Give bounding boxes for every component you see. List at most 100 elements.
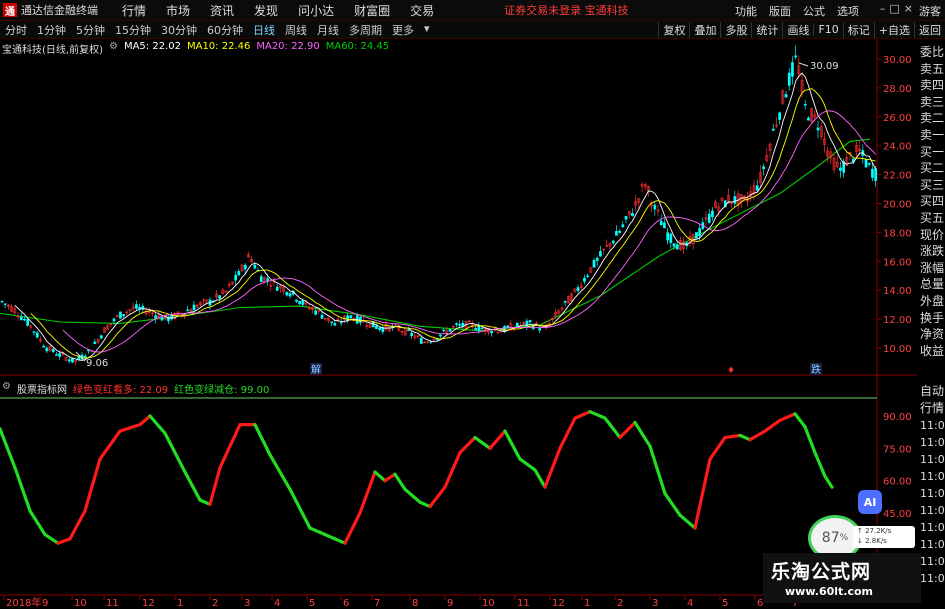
login-notice[interactable]: 证券交易未登录 宝通科技	[504, 2, 629, 18]
candle-body	[458, 323, 462, 326]
tab-1min[interactable]: 1分钟	[32, 22, 71, 38]
candle-body	[637, 198, 641, 204]
tick-time: 行情	[920, 401, 945, 415]
tool-f10[interactable]: F10	[813, 23, 842, 36]
ai-assistant-button[interactable]: AI	[858, 490, 882, 514]
tab-multi-period[interactable]: 多周期	[344, 22, 387, 38]
candle-body	[573, 288, 577, 292]
minimize-icon[interactable]: –	[880, 2, 886, 15]
candle-body	[784, 94, 788, 98]
indicator-segment	[358, 470, 377, 515]
time-tick-label: 1	[584, 598, 590, 609]
candle-body	[205, 299, 209, 304]
indicator-segment	[518, 457, 537, 472]
sidebar-label: 净资	[920, 327, 945, 342]
dropdown-icon[interactable]: ▾	[419, 22, 435, 38]
menu-item-ask[interactable]: 问小达	[288, 2, 344, 19]
candle-body	[189, 309, 193, 311]
menu-item-quotes[interactable]: 行情	[112, 2, 156, 19]
candle-body	[192, 304, 196, 311]
indicator-legend: ⚙ 股票指标网 绿色变红看多: 22.09 红色变绿减仓: 99.00	[2, 381, 269, 396]
tool-add-watchlist[interactable]: +自选	[873, 21, 914, 38]
tool-mark[interactable]: 标记	[842, 21, 874, 38]
indicator-segment	[68, 509, 87, 541]
tool-draw[interactable]: 画线	[782, 21, 813, 38]
candle-body	[83, 355, 87, 358]
maximize-icon[interactable]: □	[889, 2, 899, 15]
indicator-red-value: 红色变绿减仓: 99.00	[174, 385, 270, 396]
indicator-segment	[428, 485, 447, 509]
chart-tools: 复权 叠加 多股 统计 画线 F10 标记 +自选 返回	[658, 21, 945, 38]
settings-icon[interactable]: ⚙	[109, 41, 118, 56]
candle-body	[170, 314, 174, 320]
tick-time: 11:02	[920, 504, 945, 517]
tab-weekly[interactable]: 周线	[280, 22, 312, 38]
indicator-segment	[803, 425, 817, 455]
tab-15min[interactable]: 15分钟	[110, 22, 156, 38]
candle-body	[112, 318, 116, 322]
candle-body	[93, 341, 97, 344]
guest-label[interactable]: 游客	[919, 3, 941, 19]
candle-body	[461, 322, 465, 327]
price-tick-label: 22.00	[883, 171, 912, 182]
tab-60min[interactable]: 60分钟	[202, 22, 248, 38]
candle-body	[323, 317, 327, 320]
tool-stats[interactable]: 统计	[751, 21, 782, 38]
menu-item-market[interactable]: 市场	[156, 2, 200, 19]
candle-body	[592, 260, 596, 268]
indicator-segment	[748, 429, 767, 442]
candle-body	[16, 315, 20, 318]
tab-5min[interactable]: 5分钟	[71, 22, 110, 38]
indicator-segment	[418, 500, 432, 509]
tool-back[interactable]: 返回	[914, 21, 945, 38]
candle-body	[103, 327, 106, 333]
tab-daily[interactable]: 日线	[248, 22, 280, 38]
candle-body	[602, 248, 605, 251]
price-tick-label: 18.00	[883, 228, 912, 239]
candle-body	[125, 311, 129, 314]
kline-chart[interactable]: 30.00 28.00 26.00 24.00 22.00 20.00 18.00 16.00…	[0, 0, 945, 609]
candle-body	[314, 310, 318, 315]
close-icon[interactable]: ×	[904, 2, 913, 15]
candle-body	[416, 335, 420, 337]
candle-body	[371, 321, 375, 328]
tab-intraday[interactable]: 分时	[0, 22, 32, 38]
menu-item-trade[interactable]: 交易	[400, 2, 444, 19]
menu-item-formula[interactable]: 公式	[797, 3, 831, 19]
candle-body	[131, 306, 135, 309]
time-tick-label: 2018年	[6, 596, 41, 609]
menu-item-layout[interactable]: 版面	[763, 3, 797, 19]
candle-body	[355, 315, 359, 324]
candle-body	[317, 309, 321, 312]
tab-monthly[interactable]: 月线	[312, 22, 344, 38]
tool-multi-stock[interactable]: 多股	[720, 21, 751, 38]
menu-item-function[interactable]: 功能	[729, 3, 763, 19]
sidebar-label: 买二	[920, 161, 945, 176]
settings-icon-2[interactable]: ⚙	[2, 381, 11, 396]
time-axis-labels: 2018年 9 10 11 12 1 2 3 4 5 6 7 8 9 10 11 12 1 2 3 4 5 6 7	[3, 595, 798, 609]
candle-body	[365, 325, 369, 327]
candle-body	[307, 307, 311, 310]
candle-body	[147, 309, 151, 313]
candle-body	[19, 316, 23, 321]
tab-more[interactable]: 更多	[387, 22, 419, 38]
tab-30min[interactable]: 30分钟	[156, 22, 202, 38]
candle-body	[634, 201, 637, 206]
price-tick-label: 10.00	[883, 344, 912, 355]
menu-item-discover[interactable]: 发现	[244, 2, 288, 19]
price-tick-label: 30.00	[883, 55, 912, 66]
candle-body	[176, 311, 180, 316]
stock-name[interactable]: 宝通科技(日线,前复权)	[2, 41, 103, 56]
tool-overlay[interactable]: 叠加	[689, 21, 720, 38]
menu-item-news[interactable]: 资讯	[200, 2, 244, 19]
indicator-name[interactable]: 股票指标网	[17, 381, 67, 396]
candle-body	[250, 258, 254, 263]
tool-adjust[interactable]: 复权	[658, 21, 689, 38]
candle-body	[291, 290, 295, 295]
menu-item-wealth[interactable]: 财富圈	[344, 2, 400, 19]
candle-body	[202, 299, 206, 302]
menu-item-options[interactable]: 选项	[831, 3, 865, 19]
candle-body	[791, 62, 794, 77]
candle-body	[115, 315, 119, 317]
indicator-segment	[163, 431, 187, 474]
